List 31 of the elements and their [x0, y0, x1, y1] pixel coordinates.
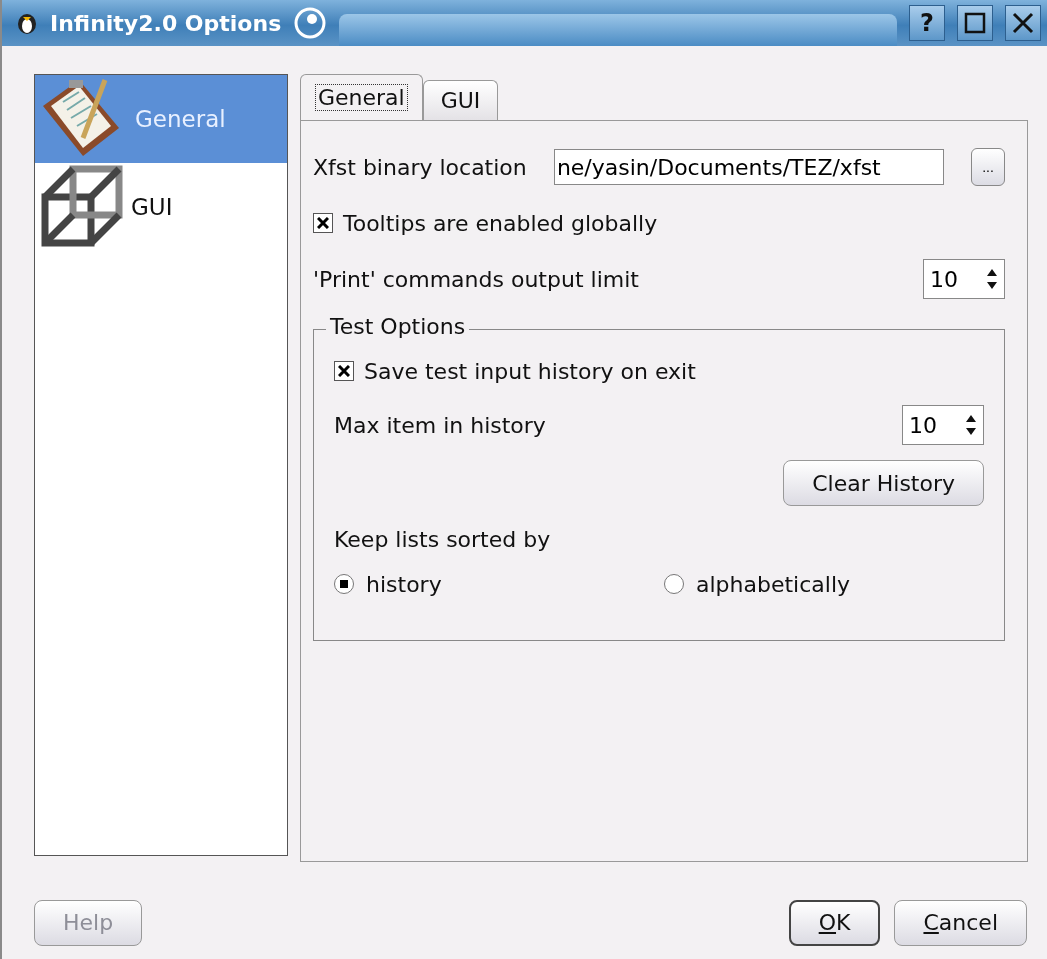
tab[interactable]: GUI [422, 80, 499, 120]
browse-button[interactable]: ... [971, 148, 1005, 186]
section-label: Keep lists sorted by [334, 526, 551, 552]
swirl-icon [293, 7, 328, 39]
close-icon [1012, 12, 1034, 34]
tab[interactable]: General [300, 74, 423, 120]
radio-button[interactable] [664, 574, 684, 594]
spin-arrows-icon[interactable] [986, 268, 998, 290]
help-button[interactable]: ? [909, 5, 945, 41]
checkbox-label: Tooltips are enabled globally [343, 210, 658, 236]
radio-label: history [366, 571, 442, 597]
field-label: 'Print' commands output limit [313, 266, 639, 292]
close-button[interactable] [1005, 5, 1041, 41]
window-title: Infinity2.0 Options [50, 10, 282, 36]
spin-box[interactable]: 10 [902, 405, 984, 445]
field-label: Xfst binary location [313, 154, 527, 180]
clear-history-button[interactable]: Clear History [783, 460, 984, 506]
path-field[interactable]: ne/yasin/Documents/TEZ/xfst [553, 149, 944, 185]
field-label: Max item in history [334, 412, 546, 438]
spin-box[interactable]: 10 [923, 259, 1005, 299]
spin-arrows-icon[interactable] [965, 414, 977, 436]
maximize-icon [964, 12, 986, 34]
dialog-button[interactable]: OK [788, 899, 881, 946]
dialog-button[interactable]: Cancel [894, 899, 1027, 946]
checkbox[interactable] [313, 213, 333, 233]
maximize-button[interactable] [957, 5, 993, 41]
checkbox-label: Save test input history on exit [364, 358, 696, 384]
radio-label: alphabetically [696, 571, 851, 597]
checkbox[interactable] [334, 361, 354, 381]
penguin-icon [16, 11, 38, 35]
radio-button[interactable] [334, 574, 354, 594]
